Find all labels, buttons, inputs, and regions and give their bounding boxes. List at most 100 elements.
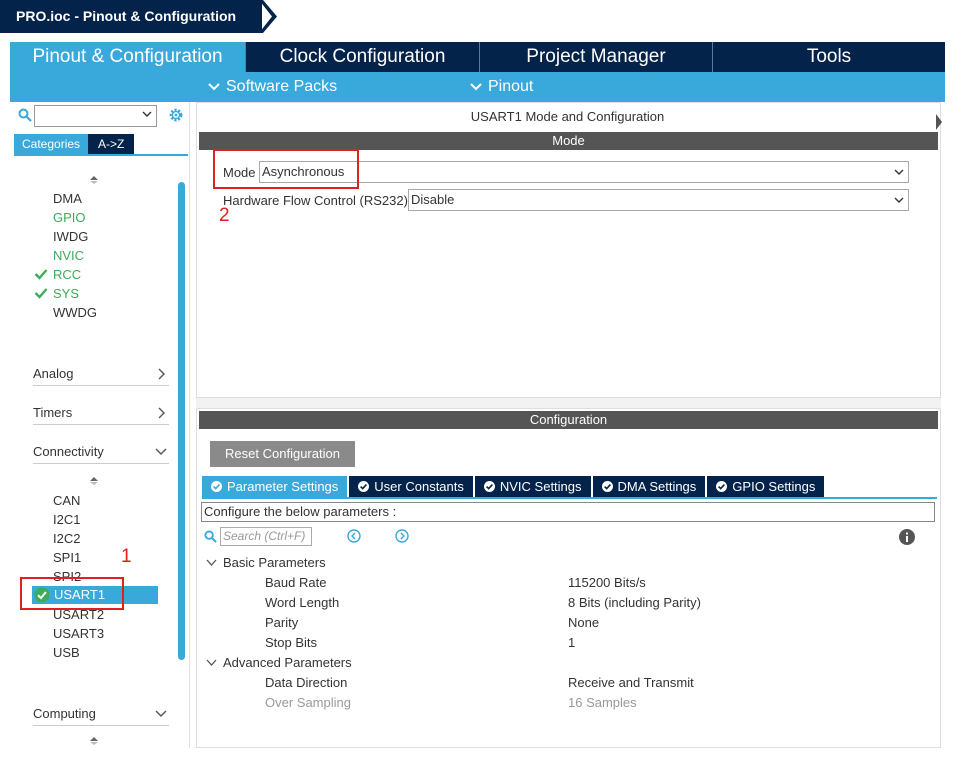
list-item-i2c1[interactable]: I2C1 xyxy=(53,510,80,529)
software-packs-label: Software Packs xyxy=(226,78,338,95)
gear-icon[interactable] xyxy=(167,106,185,124)
flow-control-select[interactable]: Disable xyxy=(408,189,909,211)
tab-project-manager[interactable]: Project Manager xyxy=(480,42,713,72)
list-item-usart3[interactable]: USART3 xyxy=(53,624,104,643)
list-item-nvic[interactable]: NVIC xyxy=(53,246,84,265)
info-icon[interactable] xyxy=(899,529,915,545)
list-item-spi1[interactable]: SPI1 xyxy=(53,548,81,567)
param-data-direction: Data Direction xyxy=(265,675,348,690)
param-stop-bits-value[interactable]: 1 xyxy=(568,635,575,650)
param-parity-value[interactable]: None xyxy=(568,615,599,630)
list-item-i2c2[interactable]: I2C2 xyxy=(53,529,80,548)
next-icon[interactable] xyxy=(395,529,409,543)
param-stop-bits: Stop Bits xyxy=(265,635,318,650)
category-scrollbar[interactable] xyxy=(178,182,185,660)
check-circle-icon xyxy=(358,481,370,492)
parameter-description: Configure the below parameters : xyxy=(201,502,935,522)
chevron-down-icon xyxy=(208,83,220,91)
parameter-tabs: Parameter Settings User Constants NVIC S… xyxy=(202,476,826,497)
list-item-wwdg[interactable]: WWDG xyxy=(53,303,97,322)
scroll-up-icon[interactable] xyxy=(89,736,99,746)
category-timers-label: Timers xyxy=(33,405,73,420)
tab-nvic-settings-label: NVIC Settings xyxy=(499,479,582,494)
advanced-parameters-group[interactable]: Advanced Parameters xyxy=(223,655,352,670)
list-item-gpio[interactable]: GPIO xyxy=(53,208,86,227)
tab-clock-configuration[interactable]: Clock Configuration xyxy=(246,42,480,72)
basic-parameters-group[interactable]: Basic Parameters xyxy=(223,555,326,570)
category-search-row xyxy=(10,102,190,130)
list-item-can[interactable]: CAN xyxy=(53,491,80,510)
pinout-menu[interactable]: Pinout xyxy=(470,72,533,102)
list-item-usb[interactable]: USB xyxy=(53,643,80,662)
chevron-down-icon xyxy=(894,169,904,175)
tab-dma-settings-label: DMA Settings xyxy=(617,479,697,494)
annotation-box-mode xyxy=(213,149,359,189)
list-item-dma[interactable]: DMA xyxy=(53,189,82,208)
reset-configuration-button[interactable]: Reset Configuration xyxy=(210,441,355,467)
tab-pinout-configuration[interactable]: Pinout & Configuration xyxy=(10,42,246,72)
chevron-down-icon xyxy=(894,197,904,203)
param-baud-rate-value[interactable]: 115200 Bits/s xyxy=(568,575,646,590)
param-data-direction-value[interactable]: Receive and Transmit xyxy=(568,675,694,690)
annotation-number-1: 1 xyxy=(121,546,132,567)
param-parity: Parity xyxy=(265,615,299,630)
tab-parameter-settings[interactable]: Parameter Settings xyxy=(202,476,348,497)
search-icon xyxy=(18,108,32,122)
scroll-up-icon[interactable] xyxy=(89,476,99,486)
category-timers[interactable]: Timers xyxy=(33,401,169,425)
chevron-down-icon xyxy=(155,448,167,455)
flow-control-label: Hardware Flow Control (RS232) xyxy=(223,193,408,208)
check-circle-icon xyxy=(211,481,222,492)
flow-control-value: Disable xyxy=(411,192,455,207)
mode-panel: USART1 Mode and Configuration Mode Mode … xyxy=(196,102,941,398)
list-item-sys[interactable]: SYS xyxy=(53,284,79,303)
chevron-right-icon xyxy=(158,407,165,419)
scroll-up-icon[interactable] xyxy=(89,175,99,185)
tab-categories[interactable]: Categories xyxy=(14,134,89,154)
pinout-label: Pinout xyxy=(488,78,534,95)
search-input[interactable] xyxy=(34,105,157,127)
category-computing-label: Computing xyxy=(33,706,96,721)
check-circle-icon xyxy=(716,481,728,492)
tab-nvic-settings[interactable]: NVIC Settings xyxy=(474,476,591,497)
category-computing[interactable]: Computing xyxy=(33,702,169,726)
param-word-length: Word Length xyxy=(265,595,340,610)
tab-tools[interactable]: Tools xyxy=(713,42,945,72)
category-connectivity-label: Connectivity xyxy=(33,444,104,459)
tab-dma-settings[interactable]: DMA Settings xyxy=(592,476,706,497)
parameter-tabs-underline xyxy=(202,497,937,499)
tab-a-to-z[interactable]: A->Z xyxy=(88,134,135,154)
chevron-down-icon xyxy=(142,111,152,117)
tab-user-constants-label: User Constants xyxy=(374,479,464,494)
check-icon xyxy=(34,288,48,299)
chevron-down-icon xyxy=(470,83,482,91)
annotation-box-usart1 xyxy=(20,577,124,610)
chevron-down-icon xyxy=(155,710,167,717)
list-item-rcc[interactable]: RCC xyxy=(53,265,81,284)
main-tabs: Pinout & Configuration Clock Configurati… xyxy=(10,42,945,72)
list-item-iwdg[interactable]: IWDG xyxy=(53,227,88,246)
chevron-right-icon xyxy=(158,368,165,380)
tab-user-constants[interactable]: User Constants xyxy=(349,476,473,497)
param-over-sampling-value: 16 Samples xyxy=(568,695,637,710)
chevron-down-icon[interactable] xyxy=(206,557,217,568)
category-connectivity[interactable]: Connectivity xyxy=(33,440,169,464)
search-icon xyxy=(204,530,217,543)
param-word-length-value[interactable]: 8 Bits (including Parity) xyxy=(568,595,701,610)
tab-gpio-settings-label: GPIO Settings xyxy=(732,479,816,494)
sub-menu-bar: Software Packs Pinout xyxy=(10,72,945,102)
configuration-header: Configuration xyxy=(199,411,938,429)
previous-icon[interactable] xyxy=(347,529,361,543)
parameter-search-input[interactable]: Search (Ctrl+F) xyxy=(220,527,312,546)
configuration-panel: Configuration Reset Configuration Parame… xyxy=(196,408,941,748)
check-icon xyxy=(34,269,48,280)
category-analog[interactable]: Analog xyxy=(33,362,169,386)
tab-gpio-settings[interactable]: GPIO Settings xyxy=(707,476,825,497)
category-tabs-underline xyxy=(14,154,188,156)
param-over-sampling: Over Sampling xyxy=(265,695,351,710)
chevron-down-icon[interactable] xyxy=(206,657,217,668)
collapse-arrow-icon[interactable] xyxy=(936,104,942,144)
breadcrumb-arrow-icon xyxy=(259,0,277,33)
software-packs-menu[interactable]: Software Packs xyxy=(208,72,337,102)
category-tabs: Categories A->Z xyxy=(14,134,135,154)
